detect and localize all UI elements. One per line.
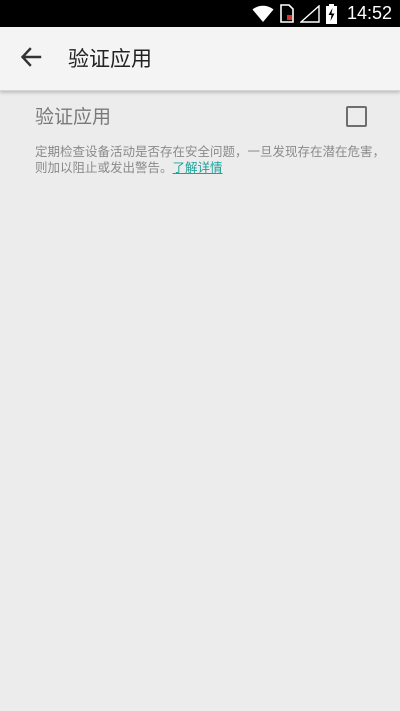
status-bar: 14:52 (0, 0, 400, 27)
battery-charging-icon (325, 3, 337, 24)
back-button[interactable] (16, 44, 46, 74)
verify-apps-setting-row[interactable]: 验证应用 定期检查设备活动是否存在安全问题，一旦发现存在潜在危害，则加以阻止或发… (0, 92, 400, 192)
page-title: 验证应用 (68, 47, 152, 71)
arrow-left-icon (20, 46, 42, 72)
cell-signal-icon (299, 4, 320, 23)
status-icons: 14:52 (252, 0, 392, 27)
app-bar: 验证应用 (0, 27, 400, 91)
setting-title: 验证应用 (35, 106, 112, 128)
verify-apps-checkbox[interactable] (346, 106, 367, 127)
setting-summary: 定期检查设备活动是否存在安全问题，一旦发现存在潜在危害，则加以阻止或发出警告。了… (35, 144, 385, 176)
status-time: 14:52 (346, 3, 392, 23)
wifi-icon (252, 5, 274, 23)
learn-more-link[interactable]: 了解详情 (173, 160, 223, 175)
sim-card-icon (280, 4, 294, 23)
